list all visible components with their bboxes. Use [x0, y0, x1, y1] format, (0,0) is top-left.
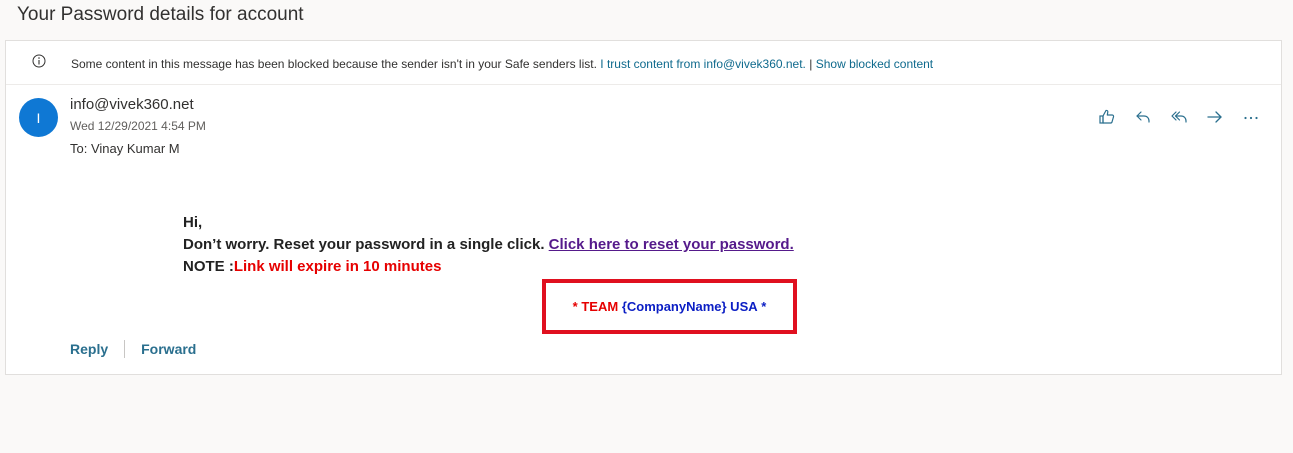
- reply-button[interactable]: Reply: [70, 341, 108, 357]
- infobar-message: Some content in this message has been bl…: [71, 57, 597, 71]
- expiry-note: Link will expire in 10 minutes: [233, 258, 442, 275]
- sender-email[interactable]: info@vivek360.net: [70, 96, 194, 113]
- signature-star-right: *: [761, 299, 767, 314]
- signature-team: TEAM: [581, 299, 619, 314]
- message-card: Some content in this message has been bl…: [5, 40, 1282, 375]
- message-body: Hi, Don’t worry. Reset your password in …: [183, 212, 794, 278]
- message-subject: Your Password details for account: [17, 4, 304, 25]
- recipient-line: To: Vinay Kumar M: [70, 141, 180, 156]
- like-icon: [1099, 109, 1115, 124]
- infobar-separator: |: [809, 57, 813, 71]
- forward-icon: [1207, 111, 1222, 123]
- info-icon: [32, 54, 46, 68]
- reply-all-action-button[interactable]: [1163, 101, 1195, 133]
- body-line: Don’t worry. Reset your password in a si…: [183, 234, 794, 256]
- forward-action-button[interactable]: [1199, 101, 1231, 133]
- recipient-name[interactable]: Vinay Kumar M: [91, 141, 180, 156]
- quick-reply-bar: Reply Forward: [70, 340, 196, 358]
- forward-button[interactable]: Forward: [141, 341, 196, 357]
- to-label: To:: [70, 141, 88, 156]
- reset-password-link[interactable]: Click here to reset your password.: [549, 236, 794, 253]
- infobar-text: Some content in this message has been bl…: [71, 57, 933, 71]
- message-actions: [1091, 101, 1267, 133]
- greeting: Hi,: [183, 214, 203, 231]
- note-label: NOTE :: [183, 258, 234, 275]
- sender-avatar[interactable]: I: [19, 98, 58, 137]
- signature-highlight-box: * TEAM {CompanyName} USA *: [542, 279, 797, 334]
- blocked-content-infobar: Some content in this message has been bl…: [6, 41, 1281, 85]
- more-actions-button[interactable]: [1235, 101, 1267, 133]
- more-icon: [1244, 116, 1258, 120]
- trust-sender-link[interactable]: I trust content from info@vivek360.net.: [600, 57, 806, 71]
- signature-company: {CompanyName} USA: [621, 299, 758, 314]
- reply-divider: [124, 340, 126, 358]
- reset-instruction: Don’t worry. Reset your password in a si…: [183, 236, 545, 253]
- show-blocked-content-link[interactable]: Show blocked content: [816, 57, 933, 71]
- reply-all-icon: [1171, 111, 1187, 123]
- reply-icon: [1136, 111, 1150, 123]
- signature-star-left: *: [572, 299, 578, 314]
- reply-action-button[interactable]: [1127, 101, 1159, 133]
- note-line: NOTE :Link will expire in 10 minutes: [183, 256, 794, 278]
- message-date: Wed 12/29/2021 4:54 PM: [70, 119, 206, 133]
- like-button[interactable]: [1091, 101, 1123, 133]
